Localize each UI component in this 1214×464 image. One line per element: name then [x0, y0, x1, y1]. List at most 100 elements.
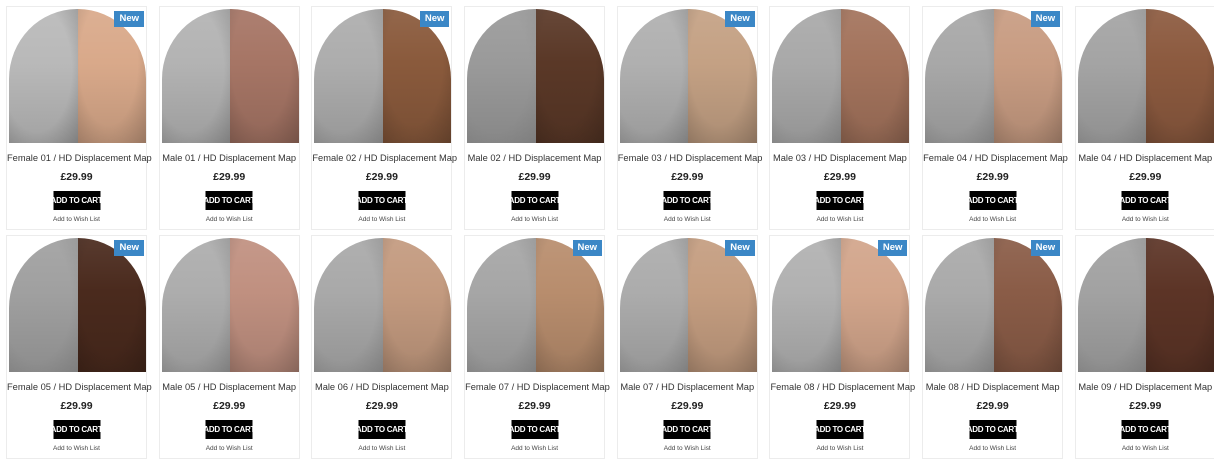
skin-texture-half	[1146, 9, 1214, 143]
product-card[interactable]: New Female 03 / HD Displacement Map £29.99…	[616, 6, 763, 230]
add-to-cart-button[interactable]: ADD TO CART	[661, 420, 713, 439]
product-title[interactable]: Male 01 / HD Displacement Map	[160, 153, 299, 163]
product-title[interactable]: Female 07 / HD Displacement Map	[465, 382, 610, 392]
product-image[interactable]: New	[619, 238, 757, 372]
add-to-wish-list-link[interactable]: Add to Wish List	[465, 216, 604, 223]
product-card[interactable]: Male 03 / HD Displacement Map £29.99 ADD T…	[769, 6, 911, 230]
add-to-cart-button[interactable]: ADD TO CART	[967, 191, 1019, 210]
add-to-cart-button[interactable]: ADD TO CART	[814, 420, 866, 439]
skin-texture-half	[230, 238, 299, 372]
add-to-cart-button[interactable]: ADD TO CART	[509, 191, 561, 210]
product-title[interactable]: Male 04 / HD Displacement Map	[1076, 153, 1214, 163]
product-card[interactable]: Male 04 / HD Displacement Map £29.99 ADD T…	[1074, 6, 1214, 230]
skin-texture-half	[1146, 238, 1214, 372]
product-price: £29.99	[823, 171, 856, 183]
product-image[interactable]: New	[772, 238, 910, 372]
product-card[interactable]: Male 01 / HD Displacement Map £29.99 ADD T…	[158, 6, 300, 230]
add-to-wish-list-link[interactable]: Add to Wish List	[312, 445, 451, 452]
product-image[interactable]	[1077, 9, 1214, 143]
product-card[interactable]: New Female 07 / HD Displacement Map £29.99…	[464, 235, 610, 459]
add-to-wish-list-link[interactable]: Add to Wish List	[160, 445, 299, 452]
new-badge: New	[419, 11, 450, 27]
product-image[interactable]: New	[925, 9, 1063, 143]
product-image[interactable]	[1077, 238, 1214, 372]
add-to-cart-button[interactable]: ADD TO CART	[1119, 420, 1171, 439]
product-title[interactable]: Male 07 / HD Displacement Map	[618, 382, 757, 392]
product-card[interactable]: New Female 08 / HD Displacement Map £29.99…	[769, 235, 915, 459]
skin-texture-half	[993, 9, 1063, 143]
skin-texture-half	[230, 9, 299, 143]
product-image[interactable]: New	[9, 238, 146, 372]
product-image[interactable]	[161, 9, 299, 143]
add-to-wish-list-link[interactable]: Add to Wish List	[7, 445, 146, 452]
product-image[interactable]: New	[467, 238, 605, 372]
add-to-wish-list-link[interactable]: Add to Wish List	[312, 216, 451, 223]
add-to-cart-button[interactable]: ADD TO CART	[509, 420, 561, 439]
product-card[interactable]: Male 05 / HD Displacement Map £29.99 ADD T…	[158, 235, 300, 459]
displacement-map-half	[1077, 238, 1147, 372]
new-badge: New	[572, 240, 603, 256]
add-to-cart-button[interactable]: ADD TO CART	[1119, 191, 1171, 210]
product-image[interactable]: New	[314, 9, 452, 143]
new-badge: New	[1030, 11, 1061, 27]
add-to-wish-list-link[interactable]: Add to Wish List	[923, 445, 1062, 452]
product-title[interactable]: Female 04 / HD Displacement Map	[923, 153, 1068, 163]
product-card[interactable]: Male 02 / HD Displacement Map £29.99 ADD T…	[464, 6, 606, 230]
add-to-wish-list-link[interactable]: Add to Wish List	[1076, 445, 1214, 452]
new-badge: New	[725, 11, 755, 27]
product-price: £29.99	[518, 171, 551, 183]
add-to-wish-list-link[interactable]: Add to Wish List	[160, 216, 299, 223]
product-image[interactable]: New	[619, 9, 757, 143]
add-to-cart-button[interactable]: ADD TO CART	[51, 191, 103, 210]
product-title[interactable]: Female 05 / HD Displacement Map	[7, 382, 152, 392]
product-title[interactable]: Male 06 / HD Displacement Map	[312, 382, 451, 392]
add-to-cart-button[interactable]: ADD TO CART	[203, 191, 255, 210]
product-title[interactable]: Female 02 / HD Displacement Map	[312, 153, 457, 163]
product-image[interactable]	[314, 238, 452, 372]
product-card[interactable]: Male 09 / HD Displacement Map £29.99 ADD T…	[1074, 235, 1214, 459]
product-image[interactable]	[161, 238, 299, 372]
new-badge: New	[877, 240, 908, 256]
product-card[interactable]: New Female 04 / HD Displacement Map £29.99…	[922, 6, 1068, 230]
add-to-wish-list-link[interactable]: Add to Wish List	[923, 216, 1062, 223]
product-card[interactable]: New Female 02 / HD Displacement Map £29.99…	[311, 6, 457, 230]
product-card[interactable]: Male 06 / HD Displacement Map £29.99 ADD T…	[311, 235, 453, 459]
add-to-cart-button[interactable]: ADD TO CART	[51, 420, 103, 439]
add-to-cart-button[interactable]: ADD TO CART	[967, 420, 1019, 439]
product-card[interactable]: New Male 08 / HD Displacement Map £29.99 AD…	[922, 235, 1064, 459]
add-to-cart-button[interactable]: ADD TO CART	[356, 191, 408, 210]
product-price: £29.99	[1129, 400, 1162, 412]
product-price: £29.99	[213, 400, 246, 412]
displacement-map-half	[925, 238, 994, 372]
product-card[interactable]: New Male 07 / HD Displacement Map £29.99 AD…	[616, 235, 758, 459]
add-to-cart-button[interactable]: ADD TO CART	[814, 191, 866, 210]
add-to-wish-list-link[interactable]: Add to Wish List	[1076, 216, 1214, 223]
product-title[interactable]: Female 01 / HD Displacement Map	[7, 153, 152, 163]
product-card[interactable]: New Female 01 / HD Displacement Map £29.99…	[6, 6, 152, 230]
product-card[interactable]: New Female 05 / HD Displacement Map £29.99…	[6, 235, 152, 459]
product-title[interactable]: Male 08 / HD Displacement Map	[923, 382, 1062, 392]
displacement-map-half	[9, 238, 78, 372]
product-image[interactable]	[467, 9, 605, 143]
product-image[interactable]: New	[9, 9, 146, 143]
add-to-wish-list-link[interactable]: Add to Wish List	[618, 445, 757, 452]
add-to-cart-button[interactable]: ADD TO CART	[661, 191, 713, 210]
product-title[interactable]: Male 02 / HD Displacement Map	[465, 153, 604, 163]
product-price: £29.99	[60, 400, 93, 412]
add-to-cart-button[interactable]: ADD TO CART	[203, 420, 255, 439]
add-to-wish-list-link[interactable]: Add to Wish List	[465, 445, 604, 452]
skin-texture-half	[382, 238, 452, 372]
product-title[interactable]: Female 03 / HD Displacement Map	[618, 153, 763, 163]
add-to-cart-button[interactable]: ADD TO CART	[356, 420, 408, 439]
product-title[interactable]: Female 08 / HD Displacement Map	[770, 382, 915, 392]
product-title[interactable]: Male 05 / HD Displacement Map	[160, 382, 299, 392]
product-image[interactable]: New	[925, 238, 1063, 372]
product-image[interactable]	[772, 9, 910, 143]
product-price: £29.99	[976, 400, 1009, 412]
add-to-wish-list-link[interactable]: Add to Wish List	[770, 216, 909, 223]
product-title[interactable]: Male 03 / HD Displacement Map	[770, 153, 909, 163]
add-to-wish-list-link[interactable]: Add to Wish List	[7, 216, 146, 223]
product-title[interactable]: Male 09 / HD Displacement Map	[1076, 382, 1214, 392]
add-to-wish-list-link[interactable]: Add to Wish List	[770, 445, 909, 452]
add-to-wish-list-link[interactable]: Add to Wish List	[618, 216, 757, 223]
